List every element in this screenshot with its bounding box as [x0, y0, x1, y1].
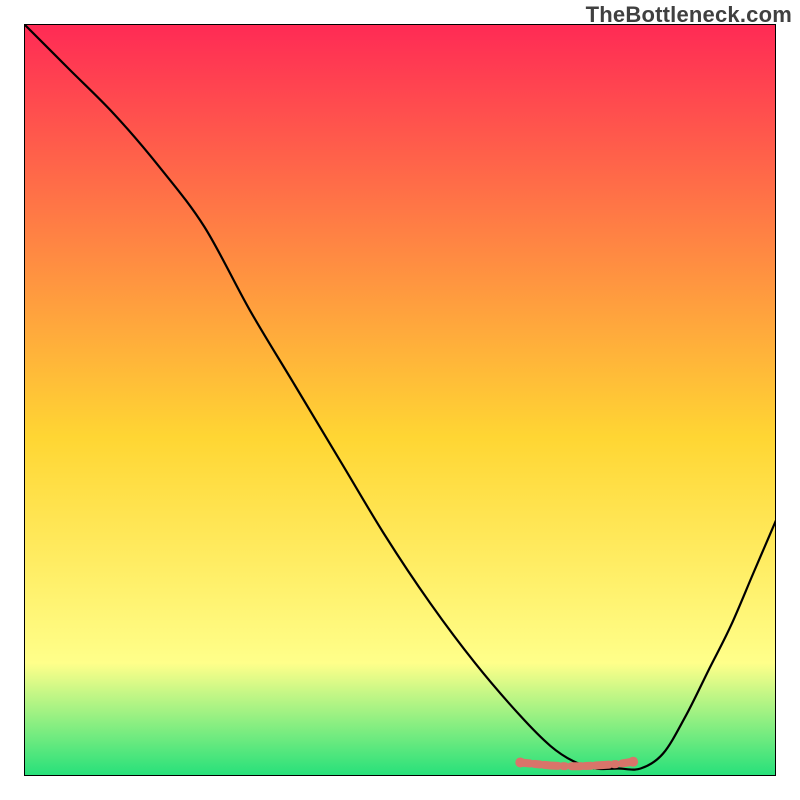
bottom-marker-dot [515, 757, 525, 767]
gradient-background [24, 24, 776, 776]
chart-container: TheBottleneck.com [0, 0, 800, 800]
bottom-marker-dot [628, 757, 638, 767]
chart-svg [24, 24, 776, 776]
bottom-marker-path [520, 762, 633, 767]
plot-area [24, 24, 776, 776]
watermark-text: TheBottleneck.com [586, 2, 792, 28]
